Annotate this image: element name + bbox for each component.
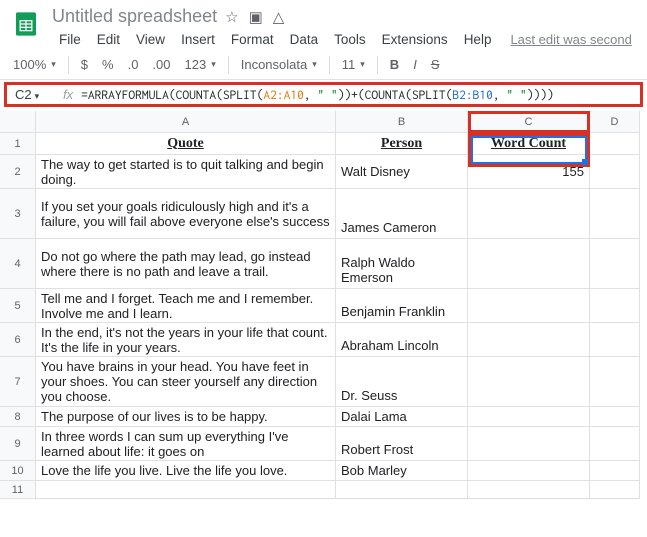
fx-label: fx — [55, 87, 81, 102]
cell[interactable] — [590, 427, 640, 461]
cell[interactable]: In three words I can sum up everything I… — [36, 427, 336, 461]
toolbar: 100% $ % .0 .00 123 Inconsolata 11 B I S — [0, 50, 647, 80]
row-header[interactable]: 11 — [0, 481, 36, 499]
cell[interactable]: The way to get started is to quit talkin… — [36, 155, 336, 189]
cell[interactable] — [36, 481, 336, 499]
row-header[interactable]: 3 — [0, 189, 36, 239]
col-header[interactable]: B — [336, 111, 468, 133]
menu-file[interactable]: File — [52, 29, 88, 50]
row-header[interactable]: 2 — [0, 155, 36, 189]
cell[interactable] — [468, 239, 590, 289]
move-icon[interactable]: ▣ — [249, 8, 263, 26]
cell[interactable]: Robert Frost — [336, 427, 468, 461]
cell[interactable] — [336, 481, 468, 499]
col-header[interactable]: A — [36, 111, 336, 133]
cell[interactable] — [590, 189, 640, 239]
font-select[interactable]: Inconsolata — [236, 54, 322, 75]
row-header[interactable]: 4 — [0, 239, 36, 289]
cell[interactable] — [590, 481, 640, 499]
menu-extensions[interactable]: Extensions — [375, 29, 455, 50]
cell[interactable] — [468, 427, 590, 461]
star-icon[interactable]: ☆ — [225, 8, 238, 26]
cell[interactable] — [468, 189, 590, 239]
strike-button[interactable]: S — [426, 54, 445, 75]
cell[interactable]: Love the life you live. Live the life yo… — [36, 461, 336, 481]
percent-button[interactable]: % — [97, 54, 119, 75]
doc-title[interactable]: Untitled spreadsheet — [52, 6, 217, 27]
menu-insert[interactable]: Insert — [174, 29, 222, 50]
font-size-select[interactable]: 11 — [337, 54, 370, 75]
formula-bar: C2 fx =ARRAYFORMULA(COUNTA(SPLIT(A2:A10,… — [4, 82, 643, 107]
row-header[interactable]: 10 — [0, 461, 36, 481]
currency-button[interactable]: $ — [76, 54, 93, 75]
cell[interactable]: Benjamin Franklin — [336, 289, 468, 323]
cell[interactable] — [590, 407, 640, 427]
cell[interactable] — [590, 461, 640, 481]
italic-button[interactable]: I — [408, 54, 422, 75]
number-format-select[interactable]: 123 — [180, 54, 221, 75]
cell[interactable]: Word Count — [468, 133, 590, 155]
col-header[interactable]: C — [468, 111, 590, 133]
cell[interactable]: Walt Disney — [336, 155, 468, 189]
cell[interactable] — [468, 357, 590, 407]
cell[interactable]: The purpose of our lives is to be happy. — [36, 407, 336, 427]
menu-data[interactable]: Data — [283, 29, 326, 50]
cell[interactable]: Tell me and I forget. Teach me and I rem… — [36, 289, 336, 323]
menu-tools[interactable]: Tools — [327, 29, 373, 50]
menu-edit[interactable]: Edit — [90, 29, 127, 50]
formula-input[interactable]: =ARRAYFORMULA(COUNTA(SPLIT(A2:A10, " "))… — [81, 87, 554, 102]
last-edit-link[interactable]: Last edit was second — [510, 32, 631, 47]
cell[interactable]: James Cameron — [336, 189, 468, 239]
cell[interactable] — [468, 461, 590, 481]
cell[interactable] — [590, 323, 640, 357]
cell[interactable]: 155 — [468, 155, 590, 189]
cell[interactable] — [468, 407, 590, 427]
cell[interactable] — [590, 357, 640, 407]
bold-button[interactable]: B — [385, 54, 404, 75]
cell[interactable] — [468, 323, 590, 357]
cell[interactable] — [590, 133, 640, 155]
cell[interactable]: Ralph Waldo Emerson — [336, 239, 468, 289]
cell[interactable]: Quote — [36, 133, 336, 155]
cell[interactable]: Abraham Lincoln — [336, 323, 468, 357]
cell[interactable]: If you set your goals ridiculously high … — [36, 189, 336, 239]
increase-decimal-button[interactable]: .00 — [147, 54, 175, 75]
menu-format[interactable]: Format — [224, 29, 281, 50]
cell[interactable]: Dr. Seuss — [336, 357, 468, 407]
cell[interactable] — [468, 481, 590, 499]
col-header[interactable]: D — [590, 111, 640, 133]
cell[interactable]: Bob Marley — [336, 461, 468, 481]
cell[interactable] — [468, 289, 590, 323]
row-header[interactable]: 7 — [0, 357, 36, 407]
cell[interactable] — [590, 155, 640, 189]
cell[interactable] — [590, 289, 640, 323]
name-box[interactable]: C2 — [11, 87, 55, 102]
cell[interactable]: Do not go where the path may lead, go in… — [36, 239, 336, 289]
menu-view[interactable]: View — [129, 29, 172, 50]
cell[interactable]: Dalai Lama — [336, 407, 468, 427]
cell[interactable]: Person — [336, 133, 468, 155]
row-header[interactable]: 5 — [0, 289, 36, 323]
select-all-corner[interactable] — [0, 111, 36, 133]
row-header[interactable]: 9 — [0, 427, 36, 461]
decrease-decimal-button[interactable]: .0 — [123, 54, 144, 75]
row-header[interactable]: 6 — [0, 323, 36, 357]
row-header[interactable]: 1 — [0, 133, 36, 155]
menu-help[interactable]: Help — [457, 29, 499, 50]
cell[interactable] — [590, 239, 640, 289]
cloud-icon[interactable]: △ — [273, 8, 285, 26]
zoom-select[interactable]: 100% — [8, 54, 61, 75]
row-header[interactable]: 8 — [0, 407, 36, 427]
cell[interactable]: You have brains in your head. You have f… — [36, 357, 336, 407]
cell[interactable]: In the end, it's not the years in your l… — [36, 323, 336, 357]
sheets-logo[interactable] — [8, 6, 44, 42]
